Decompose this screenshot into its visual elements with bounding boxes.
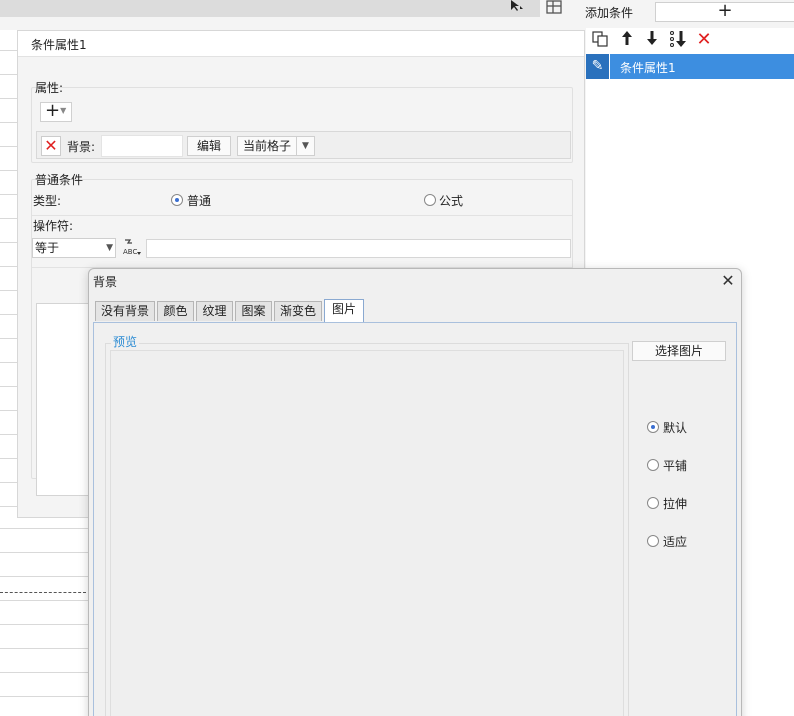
layout-fit-label[interactable]: 适应 — [663, 533, 687, 550]
tab-no-background[interactable]: 没有背景 — [95, 301, 155, 321]
condition-title-bar: 条件属性1 — [18, 31, 584, 57]
condition-list-item[interactable]: ✎ 条件属性1 — [586, 54, 794, 79]
divider — [32, 215, 572, 216]
background-dialog: 背景 ✕ 没有背景 颜色 纹理 图案 渐变色 图片 预览 选择图片 默认 平铺 … — [88, 268, 742, 716]
abc-spellcheck-icon[interactable]: ABC — [122, 238, 142, 258]
condition-title: 条件属性1 — [31, 38, 87, 52]
background-label: 背景: — [67, 140, 96, 154]
copy-icon[interactable] — [590, 30, 610, 50]
edit-button[interactable]: 编辑 — [187, 136, 231, 156]
operand-input[interactable] — [146, 239, 571, 258]
type-label: 类型: — [33, 194, 62, 208]
layout-stretch-radio[interactable] — [647, 497, 659, 509]
tab-color[interactable]: 颜色 — [157, 301, 194, 321]
condition-list-area — [36, 303, 96, 496]
move-down-icon[interactable] — [642, 30, 662, 50]
image-tab-content: 预览 选择图片 默认 平铺 拉伸 适应 — [93, 322, 737, 716]
svg-text:ABC: ABC — [123, 248, 137, 256]
tab-gradient[interactable]: 渐变色 — [274, 301, 322, 321]
side-toolbar: ✕ — [586, 30, 794, 52]
layout-fit-radio[interactable] — [647, 535, 659, 547]
type-formula-label[interactable]: 公式 — [439, 192, 463, 209]
layout-tile-label[interactable]: 平铺 — [663, 457, 687, 474]
preview-group — [105, 343, 629, 716]
spreadsheet-grid-lower — [0, 518, 90, 716]
sort-down-icon[interactable] — [668, 30, 688, 50]
type-normal-label[interactable]: 普通 — [187, 192, 211, 209]
delete-icon[interactable]: ✕ — [694, 30, 714, 50]
layout-tile-radio[interactable] — [647, 459, 659, 471]
image-preview-canvas — [110, 350, 624, 716]
type-normal-radio[interactable] — [171, 194, 183, 206]
operator-label: 操作符: — [33, 219, 74, 233]
attributes-label: 属性: — [35, 81, 64, 95]
preview-label: 预览 — [111, 333, 140, 350]
move-up-icon[interactable] — [617, 30, 637, 50]
tab-texture[interactable]: 纹理 — [196, 301, 233, 321]
choose-image-button[interactable]: 选择图片 — [632, 341, 726, 361]
add-attribute-button[interactable]: +▼ — [40, 102, 72, 122]
normal-condition-label: 普通条件 — [35, 173, 84, 187]
layout-default-label[interactable]: 默认 — [663, 419, 687, 436]
chevron-down-icon: ▼ — [296, 137, 314, 155]
add-condition-label: 添加条件 — [585, 6, 634, 20]
chevron-down-icon: ▼ — [106, 243, 113, 253]
background-attribute-row: ✕ 背景: 编辑 当前格子 ▼ — [36, 131, 571, 159]
operator-select[interactable]: 等于 ▼ — [32, 238, 116, 258]
page-break-line — [0, 592, 86, 593]
layout-grid-icon[interactable] — [545, 0, 565, 16]
close-icon[interactable]: ✕ — [719, 272, 737, 290]
scope-select[interactable]: 当前格子 ▼ — [237, 136, 315, 156]
dialog-title: 背景 — [93, 275, 118, 289]
condition-item-label: 条件属性1 — [620, 61, 676, 75]
tab-image[interactable]: 图片 — [324, 299, 364, 322]
top-toolbar-strip — [0, 0, 540, 17]
edit-pencil-icon[interactable]: ✎ — [586, 54, 610, 79]
cursor-arrow-icon[interactable] — [510, 0, 526, 12]
add-condition-button[interactable]: + — [655, 2, 794, 22]
layout-stretch-label[interactable]: 拉伸 — [663, 495, 687, 512]
tab-pattern[interactable]: 图案 — [235, 301, 272, 321]
type-formula-radio[interactable] — [424, 194, 436, 206]
background-preview-swatch — [101, 135, 183, 157]
layout-default-radio[interactable] — [647, 421, 659, 433]
delete-attribute-icon[interactable]: ✕ — [41, 136, 61, 156]
